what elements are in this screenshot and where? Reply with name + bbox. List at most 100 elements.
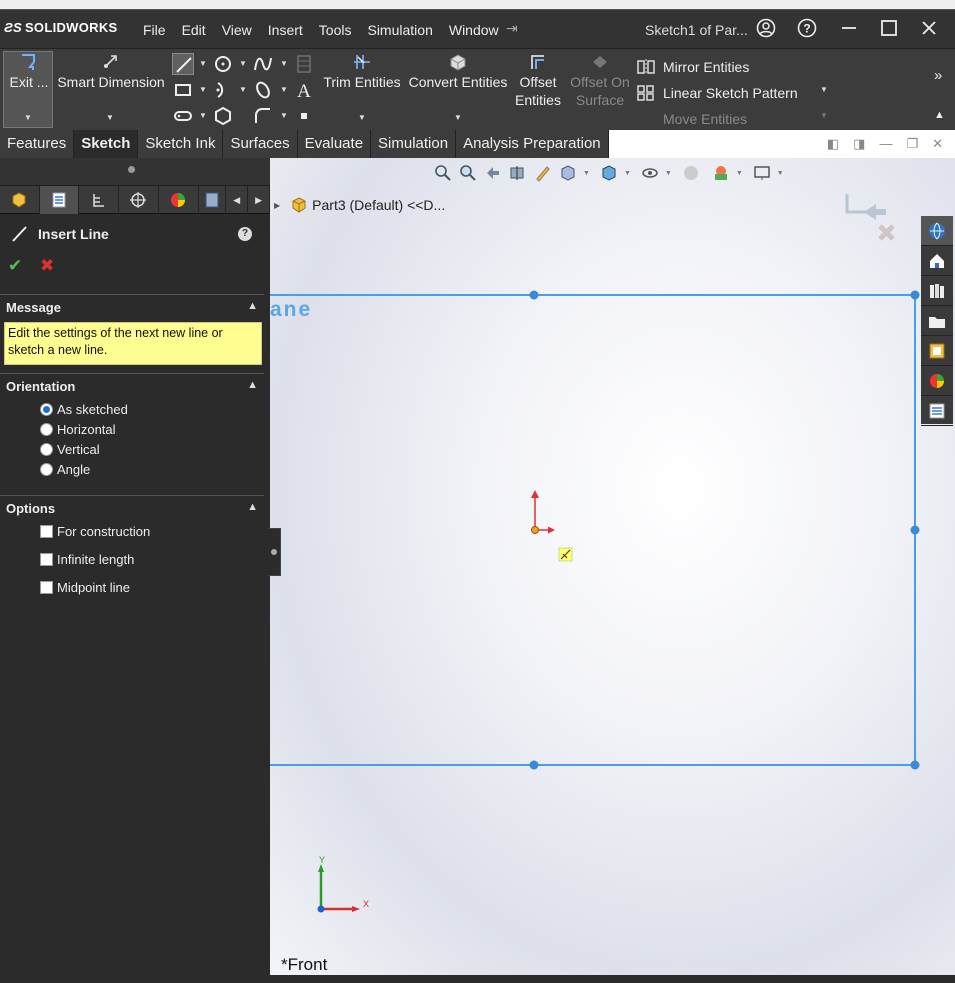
ok-check-icon[interactable]: ✔ — [8, 256, 22, 276]
more-manager-tab-icon[interactable] — [199, 186, 227, 214]
trim-entities-button[interactable]: Trim Entities — [322, 53, 402, 91]
sketch-canvas[interactable] — [270, 158, 955, 983]
circle-tool-icon[interactable] — [212, 53, 234, 75]
fillet-dropdown-icon[interactable]: ▼ — [280, 111, 288, 120]
smart-dimension-dropdown-icon[interactable]: ▼ — [106, 113, 114, 122]
display-manager-tab-icon[interactable] — [159, 186, 199, 214]
custom-properties-icon[interactable] — [921, 396, 953, 426]
dimxpert-tab-icon[interactable] — [119, 186, 159, 214]
tab-features[interactable]: Features — [0, 130, 75, 158]
radio-vertical[interactable]: Vertical — [40, 442, 100, 457]
message-section-header[interactable]: Message ▲ — [0, 294, 264, 320]
ellipse-tool-icon[interactable] — [252, 79, 274, 101]
move-entities-button[interactable]: Move Entities — [636, 106, 798, 132]
pattern-dropdown-icon[interactable]: ▼ — [820, 85, 828, 94]
mirror-entities-button[interactable]: Mirror Entities — [636, 54, 798, 80]
graphics-area[interactable]: ▼ ▼ ▼ ▼ ▼ ▶ Part3 (Default) <<D... Y X a… — [270, 158, 955, 983]
solidworks-resources-icon[interactable] — [921, 216, 953, 246]
panel-grip[interactable] — [0, 158, 270, 186]
panel-collapse-handle[interactable] — [268, 528, 281, 576]
doc-minimize-icon[interactable]: — — [879, 136, 892, 152]
close-icon[interactable] — [918, 18, 940, 40]
design-library-icon[interactable] — [921, 276, 953, 306]
offset-entities-button[interactable]: Offset Entities — [512, 53, 564, 109]
collapse-orientation-icon[interactable]: ▲ — [247, 379, 258, 391]
solidworks-logo[interactable]: ƧS SOLIDWORKS — [4, 20, 118, 35]
menu-window[interactable]: Window — [449, 22, 499, 38]
collapse-options-icon[interactable]: ▲ — [247, 501, 258, 513]
file-explorer-icon[interactable] — [921, 306, 953, 336]
tab-sketch[interactable]: Sketch — [74, 130, 139, 158]
tile-left-icon[interactable]: ◧ — [827, 136, 839, 152]
line-tool-icon[interactable] — [172, 53, 194, 75]
spline-tool-icon[interactable] — [252, 53, 274, 75]
cancel-x-icon[interactable]: ✖ — [40, 256, 54, 276]
polygon-tool-icon[interactable] — [212, 105, 234, 127]
minimize-icon[interactable] — [838, 18, 860, 40]
sketch-fillet-icon[interactable] — [252, 105, 274, 127]
menu-edit[interactable]: Edit — [182, 22, 206, 38]
text-tool-icon[interactable]: A — [293, 79, 315, 102]
convert-entities-button[interactable]: Convert Entities — [406, 53, 510, 91]
circle-dropdown-icon[interactable]: ▼ — [239, 59, 247, 68]
feature-manager-tab-icon[interactable] — [0, 186, 40, 214]
doc-close-icon[interactable]: ✕ — [932, 136, 943, 152]
exit-sketch-label-group[interactable]: Exit ... — [6, 53, 52, 91]
tab-analysis-preparation[interactable]: Analysis Preparation — [456, 130, 609, 158]
bottom-tab-bar[interactable] — [0, 975, 955, 983]
appearances-scenes-icon[interactable] — [921, 366, 953, 396]
radio-horizontal-icon[interactable] — [40, 423, 53, 436]
collapse-ribbon-icon[interactable]: ▲ — [934, 109, 945, 121]
options-section-header[interactable]: Options ▲ — [0, 495, 264, 521]
tab-simulation[interactable]: Simulation — [371, 130, 457, 158]
orientation-section-header[interactable]: Orientation ▲ — [0, 373, 264, 399]
scroll-tabs-left-icon[interactable]: ◀ — [226, 186, 249, 214]
menu-simulation[interactable]: Simulation — [367, 22, 432, 38]
slot-tool-icon[interactable] — [172, 105, 194, 127]
linear-sketch-pattern-button[interactable]: Linear Sketch Pattern — [636, 80, 798, 106]
tab-evaluate[interactable]: Evaluate — [298, 130, 372, 158]
radio-vertical-icon[interactable] — [40, 443, 53, 456]
slot-dropdown-icon[interactable]: ▼ — [199, 111, 207, 120]
scroll-tabs-right-icon[interactable]: ▶ — [248, 186, 270, 214]
radio-horizontal[interactable]: Horizontal — [40, 422, 116, 437]
tab-sketch-ink[interactable]: Sketch Ink — [138, 130, 224, 158]
radio-as-sketched[interactable]: As sketched — [40, 402, 128, 417]
menu-view[interactable]: View — [222, 22, 252, 38]
checkbox-infinite-length[interactable]: Infinite length — [40, 552, 134, 567]
point-tool-icon[interactable] — [293, 105, 315, 127]
doc-restore-icon[interactable]: ❐ — [906, 136, 918, 152]
exit-dropdown-icon[interactable]: ▼ — [24, 113, 32, 122]
tab-surfaces[interactable]: Surfaces — [223, 130, 298, 158]
tile-right-icon[interactable]: ◨ — [853, 136, 865, 152]
radio-angle[interactable]: Angle — [40, 462, 90, 477]
infinite-length-checkbox-icon[interactable] — [40, 553, 53, 566]
spline-dropdown-icon[interactable]: ▼ — [280, 59, 288, 68]
property-manager-tab-icon[interactable] — [39, 186, 80, 214]
arc-dropdown-icon[interactable]: ▼ — [239, 85, 247, 94]
rectangle-tool-icon[interactable] — [172, 79, 194, 101]
sketch-point-top-mid[interactable] — [529, 290, 539, 300]
radio-angle-icon[interactable] — [40, 463, 53, 476]
pin-menu-icon[interactable]: ⇥ — [506, 20, 518, 37]
configuration-manager-tab-icon[interactable] — [79, 186, 120, 214]
convert-dropdown-icon[interactable]: ▼ — [454, 113, 462, 122]
sketch-fillet-grid-icon[interactable] — [293, 53, 315, 75]
collapse-message-icon[interactable]: ▲ — [247, 300, 258, 312]
sketch-point-right-mid[interactable] — [910, 525, 920, 535]
arc-tool-icon[interactable] — [212, 79, 234, 101]
checkbox-midpoint-line[interactable]: Midpoint line — [40, 580, 130, 595]
rectangle-dropdown-icon[interactable]: ▼ — [199, 85, 207, 94]
for-construction-checkbox-icon[interactable] — [40, 525, 53, 538]
sketch-point-bottom-mid[interactable] — [529, 760, 539, 770]
sketch-point-bottom-right[interactable] — [910, 760, 920, 770]
move-dropdown-icon[interactable]: ▼ — [820, 111, 828, 120]
checkbox-for-construction[interactable]: For construction — [40, 524, 150, 539]
menu-insert[interactable]: Insert — [268, 22, 303, 38]
help-question-icon[interactable]: ? — [238, 227, 252, 241]
ellipse-dropdown-icon[interactable]: ▼ — [280, 85, 288, 94]
radio-as-sketched-icon[interactable] — [40, 403, 53, 416]
sketch-point-top-right[interactable] — [910, 290, 920, 300]
help-icon[interactable]: ? — [796, 18, 818, 40]
menu-file[interactable]: File — [143, 22, 166, 38]
